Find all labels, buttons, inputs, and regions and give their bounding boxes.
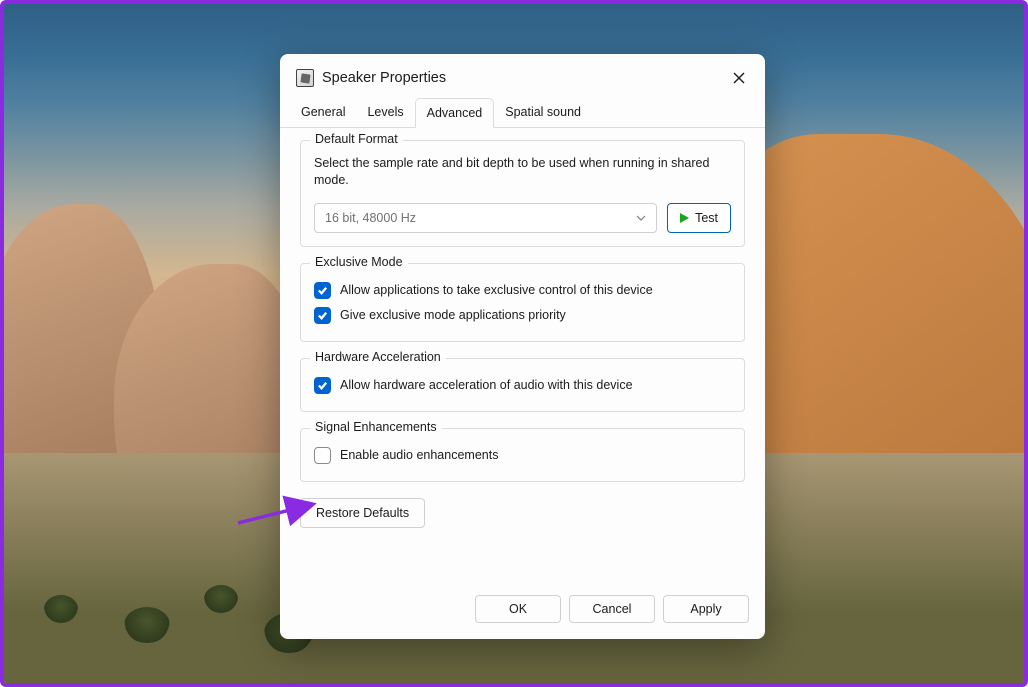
close-icon — [733, 72, 745, 84]
test-button-label: Test — [695, 211, 718, 225]
default-format-description: Select the sample rate and bit depth to … — [314, 155, 731, 189]
label-audio-enhancements: Enable audio enhancements — [340, 448, 498, 462]
group-title-exclusive-mode: Exclusive Mode — [310, 255, 408, 269]
label-exclusive-priority: Give exclusive mode applications priorit… — [340, 308, 566, 322]
tab-levels[interactable]: Levels — [356, 98, 414, 127]
cancel-button[interactable]: Cancel — [569, 595, 655, 623]
label-exclusive-control: Allow applications to take exclusive con… — [340, 283, 653, 297]
check-icon — [317, 285, 328, 296]
chevron-down-icon — [636, 213, 646, 223]
titlebar: Speaker Properties — [280, 54, 765, 98]
play-icon — [680, 213, 689, 223]
sample-rate-value: 16 bit, 48000 Hz — [325, 211, 416, 225]
group-default-format: Default Format Select the sample rate an… — [300, 140, 745, 247]
checkbox-audio-enhancements[interactable] — [314, 447, 331, 464]
group-title-default-format: Default Format — [310, 132, 403, 146]
tab-strip: General Levels Advanced Spatial sound — [280, 98, 765, 128]
check-icon — [317, 310, 328, 321]
checkbox-exclusive-priority[interactable] — [314, 307, 331, 324]
checkbox-hardware-accel[interactable] — [314, 377, 331, 394]
apply-button[interactable]: Apply — [663, 595, 749, 623]
check-icon — [317, 380, 328, 391]
ok-button[interactable]: OK — [475, 595, 561, 623]
close-button[interactable] — [723, 64, 755, 92]
group-title-signal-enh: Signal Enhancements — [310, 420, 442, 434]
group-hardware-accel: Hardware Acceleration Allow hardware acc… — [300, 358, 745, 412]
tab-general[interactable]: General — [290, 98, 356, 127]
tab-advanced[interactable]: Advanced — [415, 98, 495, 128]
group-title-hardware-accel: Hardware Acceleration — [310, 350, 446, 364]
window-title: Speaker Properties — [322, 70, 723, 86]
dialog-footer: OK Cancel Apply — [280, 584, 765, 639]
group-signal-enh: Signal Enhancements Enable audio enhance… — [300, 428, 745, 482]
background-brush — [44, 595, 78, 623]
dialog-body: Default Format Select the sample rate an… — [280, 128, 765, 584]
sample-rate-select[interactable]: 16 bit, 48000 Hz — [314, 203, 657, 233]
background-brush — [124, 607, 170, 643]
label-hardware-accel: Allow hardware acceleration of audio wit… — [340, 378, 633, 392]
tab-spatial-sound[interactable]: Spatial sound — [494, 98, 592, 127]
background-brush — [204, 585, 238, 613]
speaker-icon — [296, 69, 314, 87]
checkbox-exclusive-control[interactable] — [314, 282, 331, 299]
group-exclusive-mode: Exclusive Mode Allow applications to tak… — [300, 263, 745, 342]
desktop: Speaker Properties General Levels Advanc… — [0, 0, 1028, 687]
restore-defaults-button[interactable]: Restore Defaults — [300, 498, 425, 528]
test-button[interactable]: Test — [667, 203, 731, 233]
speaker-properties-dialog: Speaker Properties General Levels Advanc… — [280, 54, 765, 639]
